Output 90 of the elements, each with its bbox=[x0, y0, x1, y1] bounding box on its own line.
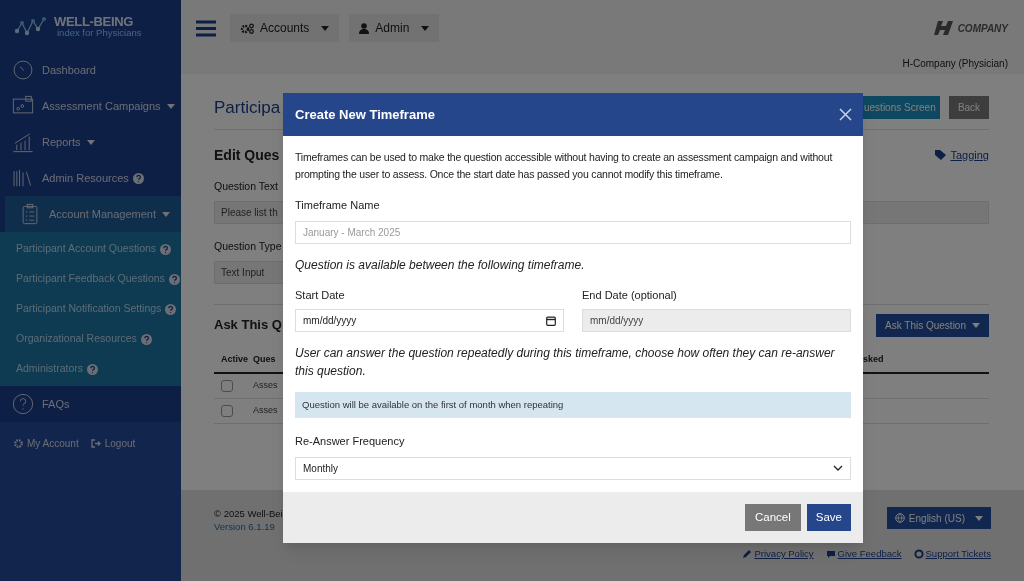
sidebar-subitem[interactable]: Organizational Resources bbox=[0, 324, 181, 354]
ask-question-button[interactable]: Ask This Question bbox=[876, 313, 989, 337]
books-icon bbox=[12, 167, 34, 189]
sidebar-item[interactable]: Admin Resources bbox=[0, 160, 181, 196]
column-header: sked bbox=[863, 353, 885, 366]
modal-title: Create New Timeframe bbox=[295, 105, 435, 124]
questions-screen-button[interactable]: uestions Screen bbox=[860, 96, 940, 119]
save-button[interactable]: Save bbox=[806, 504, 851, 531]
help-icon bbox=[87, 363, 99, 375]
tag-icon bbox=[935, 150, 947, 160]
help-icon bbox=[140, 333, 152, 345]
close-icon bbox=[838, 108, 852, 121]
user-icon bbox=[359, 22, 370, 34]
field-label: End Date (optional) bbox=[582, 287, 677, 303]
company-logo-text: COMPANY bbox=[957, 21, 1008, 36]
caret-icon bbox=[162, 211, 170, 217]
help-icon bbox=[132, 172, 144, 184]
note-text: User can answer the question repeatedly during this timeframe, choose how often they can re-answer this question. bbox=[295, 345, 836, 380]
sign-out-icon bbox=[90, 439, 101, 448]
text-input[interactable]: January - March 2025 bbox=[295, 220, 851, 244]
section-heading: Edit Ques bbox=[214, 145, 280, 165]
menu-icon bbox=[196, 19, 216, 37]
question-circle-icon bbox=[12, 393, 34, 415]
sidebar-subitem[interactable]: Participant Notification Settings bbox=[0, 294, 181, 324]
comment-icon bbox=[825, 549, 836, 560]
network-logo-icon bbox=[14, 15, 48, 37]
footer-link[interactable]: Give Feedback bbox=[825, 547, 902, 562]
info-alert: Question will be available on the first of month when repeating bbox=[295, 392, 851, 418]
section-heading: Ask This Q bbox=[214, 316, 282, 335]
column-header: Ques bbox=[253, 353, 277, 366]
dropdown-button[interactable]: Admin bbox=[349, 14, 440, 42]
sidebar-item[interactable]: Account Management bbox=[5, 196, 181, 232]
logo-icon bbox=[933, 21, 954, 35]
brand-name: WELL-BEING bbox=[54, 14, 135, 28]
sidebar-subitem[interactable]: Participant Feedback Questions bbox=[0, 264, 181, 294]
table-cell-text: Asses bbox=[253, 378, 278, 392]
bar-chart-icon bbox=[12, 131, 34, 153]
chevron-down-icon bbox=[833, 465, 843, 471]
table-cell-text: Asses bbox=[253, 403, 278, 417]
calendar-icon bbox=[546, 315, 556, 326]
caret-icon bbox=[86, 139, 95, 145]
sidebar-item[interactable]: Reports bbox=[0, 124, 181, 160]
tagging-link[interactable]: Tagging bbox=[935, 146, 989, 164]
checkbox[interactable] bbox=[221, 379, 233, 392]
user-label: H-Company (Physician) bbox=[902, 57, 1008, 71]
cancel-button[interactable]: Cancel bbox=[744, 504, 801, 531]
field-label: Question Text bbox=[214, 179, 278, 194]
intro-text: Timeframes can be used to make the question accessible without having to create an assessment campaign and without prompting the user to assess. Once the start date has passed you cannot modify this timeframe. bbox=[295, 150, 834, 182]
back-button[interactable]: Back bbox=[949, 96, 989, 119]
caret-icon bbox=[166, 103, 175, 109]
page-title: Participa bbox=[214, 96, 281, 119]
field-label: Start Date bbox=[295, 287, 345, 303]
help-icon bbox=[168, 273, 180, 285]
globe-icon bbox=[894, 513, 905, 523]
footer-link[interactable]: Privacy Policy bbox=[742, 547, 814, 562]
version-text: Version 6.1.19 bbox=[214, 520, 276, 533]
help-icon bbox=[165, 303, 177, 315]
dropdown-button[interactable]: Accounts bbox=[230, 14, 340, 42]
gears-icon bbox=[240, 22, 254, 34]
gear-icon bbox=[14, 439, 23, 448]
close-button[interactable] bbox=[837, 106, 853, 123]
copyright-text: © 2025 Well-Bei bbox=[214, 507, 283, 520]
help-icon bbox=[160, 243, 172, 255]
sidebar-subitem[interactable]: Participant Account Questions bbox=[0, 234, 181, 264]
footer-link[interactable]: Support Tickets bbox=[913, 547, 991, 562]
caret-icon bbox=[975, 515, 983, 521]
language-button[interactable]: English (US) bbox=[886, 507, 991, 529]
sidebar-link[interactable]: Logout bbox=[90, 436, 136, 451]
field-label: Re-Answer Frequency bbox=[295, 434, 405, 449]
sidebar-link[interactable]: My Account bbox=[14, 436, 79, 451]
caret-icon bbox=[321, 25, 330, 31]
sidebar-item[interactable]: FAQs bbox=[0, 386, 181, 422]
caret-icon bbox=[972, 322, 980, 328]
note-text: Question is available between the following timeframe. bbox=[295, 256, 586, 274]
date-field[interactable]: mm/dd/yyyy bbox=[295, 309, 564, 332]
column-header: Active bbox=[220, 353, 249, 366]
date-field: mm/dd/yyyy bbox=[582, 309, 851, 332]
caret-icon bbox=[421, 25, 430, 31]
field-label: Timeframe Name bbox=[295, 198, 380, 213]
sidebar-subitem[interactable]: Administrators bbox=[0, 354, 181, 384]
presentation-board-icon bbox=[12, 95, 34, 117]
select-field[interactable]: Monthly bbox=[295, 456, 851, 480]
checkbox[interactable] bbox=[221, 404, 233, 417]
sidebar-item[interactable]: Dashboard bbox=[0, 52, 181, 88]
pencil-icon bbox=[742, 549, 753, 560]
life-ring-icon bbox=[913, 549, 924, 560]
field-label: Question Type bbox=[214, 238, 282, 254]
sidebar-item[interactable]: Assessment Campaigns bbox=[0, 88, 181, 124]
gauge-icon bbox=[12, 59, 34, 81]
clipboard-icon bbox=[19, 203, 41, 225]
